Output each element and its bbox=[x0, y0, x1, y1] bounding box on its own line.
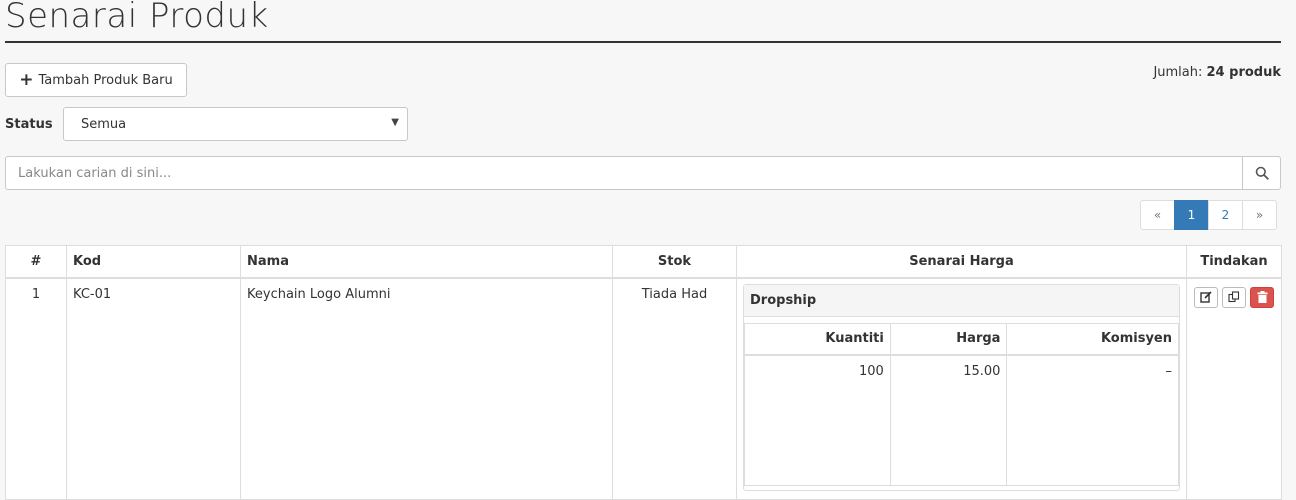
price-komisyen: – bbox=[1006, 354, 1179, 486]
product-total: Jumlah: 24 produk bbox=[1153, 65, 1281, 80]
table-header-row: # Kod Nama Stok Senarai Harga Tindakan bbox=[5, 245, 1282, 279]
col-header-number: # bbox=[5, 245, 67, 279]
cell-number: 1 bbox=[5, 277, 67, 500]
title-divider bbox=[5, 41, 1281, 43]
col-header-kod: Kod bbox=[66, 245, 241, 279]
page-title: Senarai Produk bbox=[5, 0, 269, 36]
price-table: Kuantiti Harga Komisyen 100 15.00 – bbox=[744, 322, 1179, 486]
price-col-kuantiti: Kuantiti bbox=[744, 322, 891, 356]
col-header-nama: Nama bbox=[240, 245, 613, 279]
search-input[interactable] bbox=[6, 157, 1243, 189]
cell-kod: KC-01 bbox=[66, 277, 241, 500]
total-label: Jumlah: bbox=[1153, 65, 1203, 80]
price-col-harga: Harga bbox=[889, 322, 1008, 356]
delete-button[interactable] bbox=[1250, 286, 1274, 308]
row-actions bbox=[1193, 286, 1275, 308]
price-col-komisyen: Komisyen bbox=[1006, 322, 1179, 356]
col-header-actions: Tindakan bbox=[1186, 245, 1282, 279]
status-selected-value: Semua bbox=[81, 116, 127, 132]
total-value: 24 produk bbox=[1206, 65, 1281, 80]
col-header-price-list: Senarai Harga bbox=[736, 245, 1187, 279]
status-select[interactable]: Semua ▼ bbox=[63, 107, 408, 141]
price-panel-title: Dropship bbox=[744, 284, 1179, 317]
search-box bbox=[5, 156, 1281, 190]
pagination-next[interactable]: » bbox=[1242, 200, 1277, 230]
copy-icon bbox=[1228, 291, 1240, 303]
status-label: Status bbox=[5, 117, 53, 132]
pagination-page-1[interactable]: 1 bbox=[1174, 200, 1209, 230]
edit-icon bbox=[1200, 291, 1212, 303]
cell-nama: Keychain Logo Alumni bbox=[240, 277, 613, 500]
caret-down-icon: ▼ bbox=[391, 117, 399, 128]
pagination-prev[interactable]: « bbox=[1140, 200, 1175, 230]
cell-stok: Tiada Had bbox=[612, 277, 737, 500]
cell-actions bbox=[1186, 277, 1282, 500]
pagination-page-2[interactable]: 2 bbox=[1208, 200, 1243, 230]
price-harga: 15.00 bbox=[889, 354, 1008, 486]
edit-button[interactable] bbox=[1194, 286, 1218, 308]
price-header-row: Kuantiti Harga Komisyen bbox=[744, 322, 1179, 356]
trash-icon bbox=[1257, 291, 1267, 303]
pagination: « 1 2 » bbox=[1140, 200, 1277, 230]
search-icon bbox=[1255, 166, 1269, 180]
price-row: 100 15.00 – bbox=[744, 354, 1179, 486]
price-panel: Dropship Kuantiti Harga Komisyen 100 15.… bbox=[743, 283, 1180, 491]
plus-icon: + bbox=[19, 69, 34, 90]
product-table: # Kod Nama Stok Senarai Harga Tindakan 1… bbox=[5, 245, 1282, 500]
cell-price-list: Dropship Kuantiti Harga Komisyen 100 15.… bbox=[736, 277, 1187, 500]
table-row: 1 KC-01 Keychain Logo Alumni Tiada Had D… bbox=[5, 277, 1282, 500]
copy-button[interactable] bbox=[1222, 286, 1246, 308]
col-header-stok: Stok bbox=[612, 245, 737, 279]
add-product-button[interactable]: + Tambah Produk Baru bbox=[5, 63, 187, 97]
price-kuantiti: 100 bbox=[744, 354, 891, 486]
add-product-label: Tambah Produk Baru bbox=[38, 72, 173, 88]
search-button[interactable] bbox=[1242, 157, 1280, 189]
